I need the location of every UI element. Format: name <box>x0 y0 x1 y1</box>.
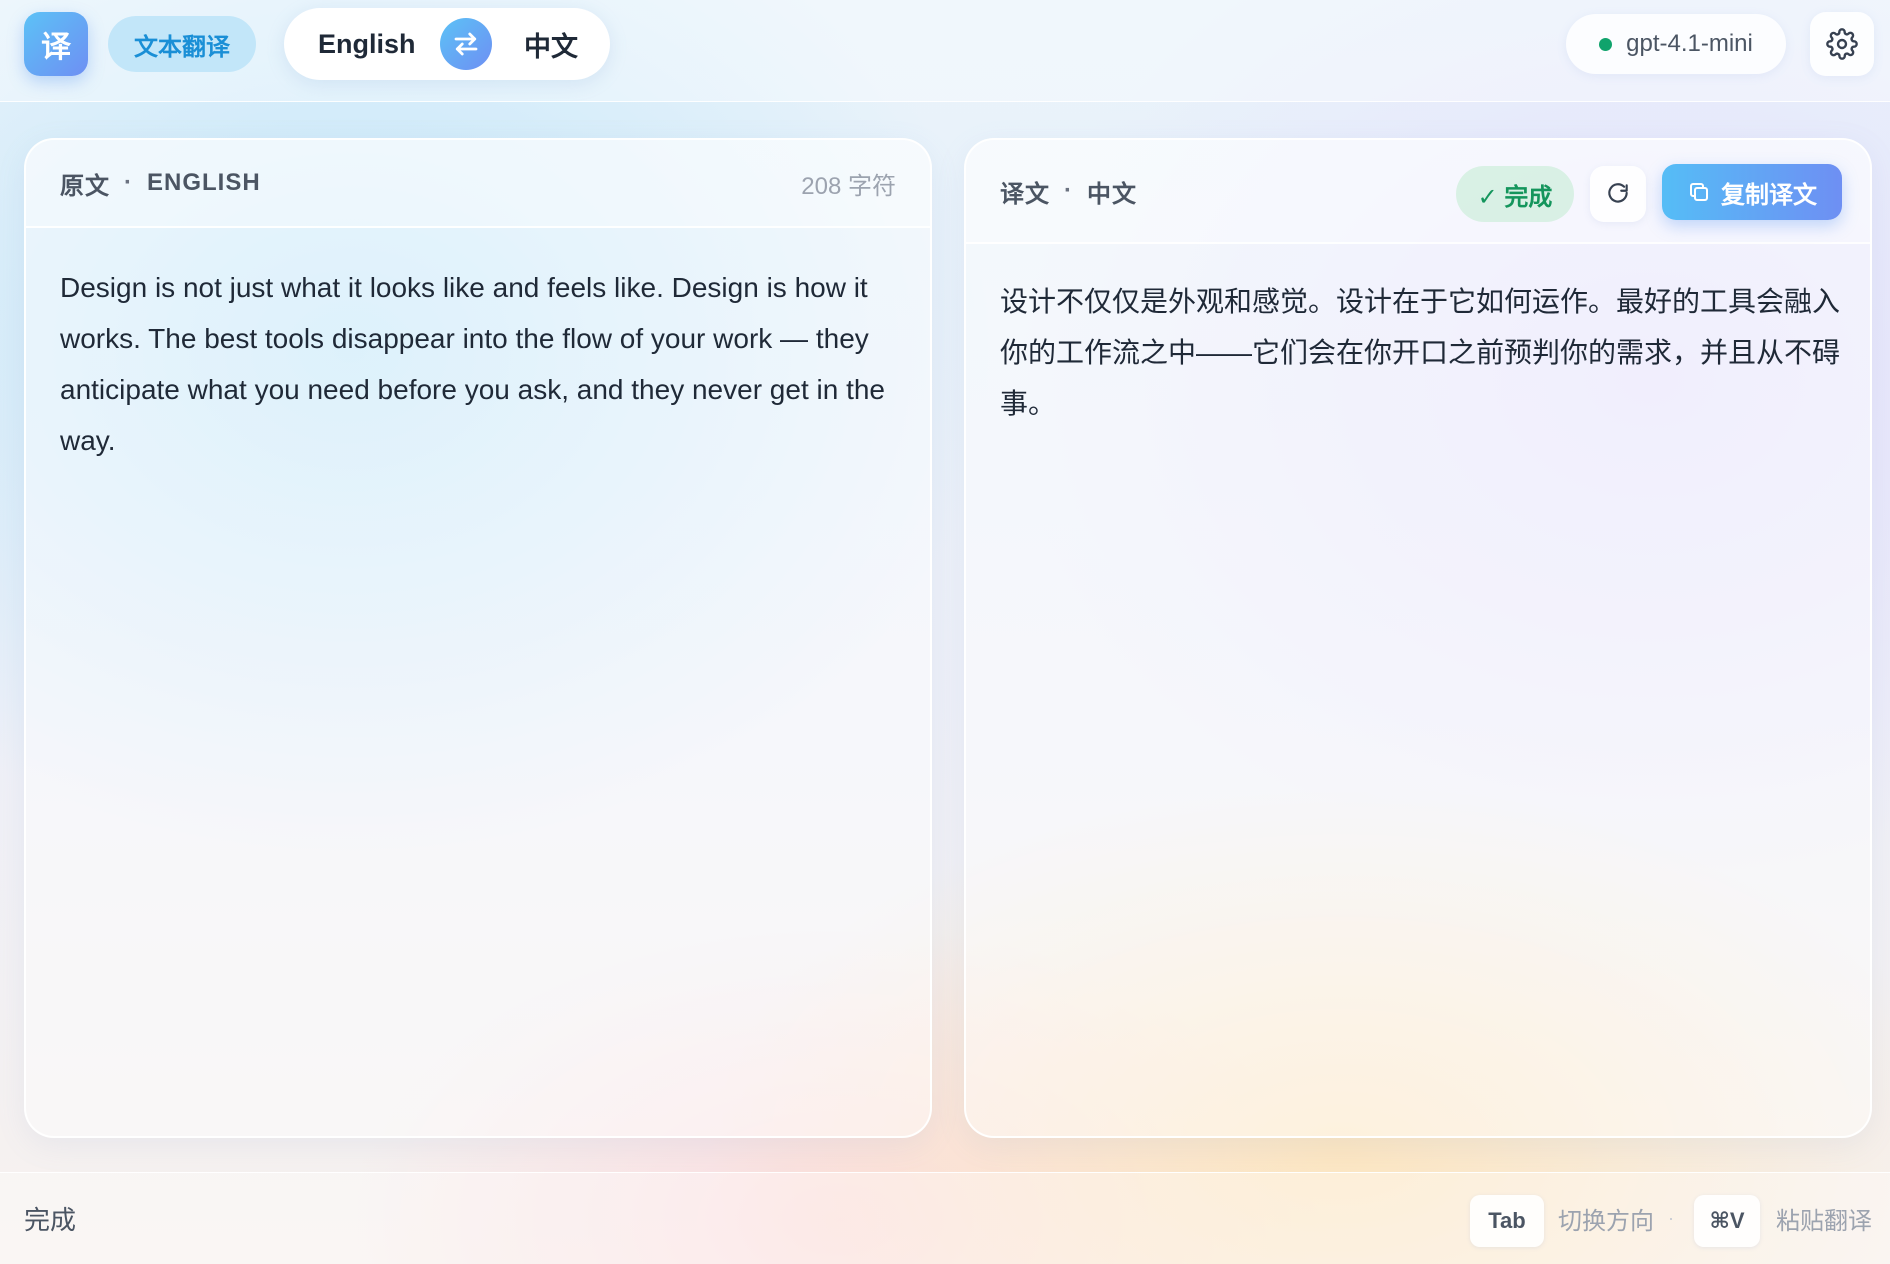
target-panel: 译文 · 中文 ✓ 完成 复制译文 设计不仅仅是外观和感觉。设计在于它如何运作。… <box>964 138 1872 1138</box>
copy-translation-button[interactable]: 复制译文 <box>1662 164 1842 220</box>
swap-languages-button[interactable] <box>440 18 492 70</box>
refresh-icon <box>1608 183 1628 203</box>
copy-icon <box>1690 183 1708 201</box>
copy-button-label: 复制译文 <box>1721 181 1817 209</box>
tab-shortcut-key: Tab <box>1470 1195 1544 1247</box>
source-text-input[interactable]: Design is not just what it looks like an… <box>60 262 900 466</box>
source-lang-label: ENGLISH <box>147 169 261 196</box>
text-translate-tab[interactable]: 文本翻译 <box>108 16 256 72</box>
translation-output: 设计不仅仅是外观和感觉。设计在于它如何运作。最好的工具会融入你的工作流之中——它… <box>1000 286 1841 419</box>
model-status-dot <box>1599 37 1613 51</box>
status-bar: 完成 Tab 切换方向 · ⌘V 粘贴翻译 <box>0 1172 1890 1264</box>
target-title-label: 译文 <box>1000 180 1050 208</box>
source-title-label: 原文 <box>60 172 110 200</box>
paste-translate-hint: 粘贴翻译 <box>1776 1208 1872 1235</box>
title-separator: · <box>124 169 133 196</box>
title-separator: · <box>1064 177 1073 204</box>
language-switcher: English 中文 <box>284 8 610 80</box>
target-language-button[interactable]: 中文 <box>524 8 578 80</box>
paste-shortcut-key: ⌘V <box>1694 1195 1760 1247</box>
gear-icon <box>1826 28 1858 60</box>
hint-separator: · <box>1668 1208 1674 1228</box>
retranslate-button[interactable] <box>1590 166 1646 222</box>
source-language-button[interactable]: English <box>318 8 416 80</box>
target-panel-title: 译文 · 中文 <box>1000 140 1137 242</box>
target-panel-header: 译文 · 中文 ✓ 完成 复制译文 <box>966 140 1870 244</box>
switch-direction-hint: 切换方向 <box>1558 1208 1654 1235</box>
app-logo: 译 <box>24 12 88 76</box>
status-badge: ✓ 完成 <box>1456 166 1574 222</box>
source-panel-title: 原文 · ENGLISH <box>60 140 261 226</box>
char-count: 208 字符 <box>801 172 896 200</box>
target-lang-label: 中文 <box>1087 180 1137 208</box>
model-selector[interactable]: gpt-4.1-mini <box>1566 14 1786 74</box>
source-panel: 原文 · ENGLISH 208 字符 Design is not just w… <box>24 138 932 1138</box>
swap-arrows-icon <box>454 32 478 56</box>
top-bar: 译 文本翻译 English 中文 gpt-4.1-mini <box>0 0 1890 102</box>
model-name: gpt-4.1-mini <box>1626 30 1753 57</box>
footer-status-text: 完成 <box>24 1205 77 1235</box>
source-panel-header: 原文 · ENGLISH 208 字符 <box>26 140 930 228</box>
settings-button[interactable] <box>1810 12 1874 76</box>
